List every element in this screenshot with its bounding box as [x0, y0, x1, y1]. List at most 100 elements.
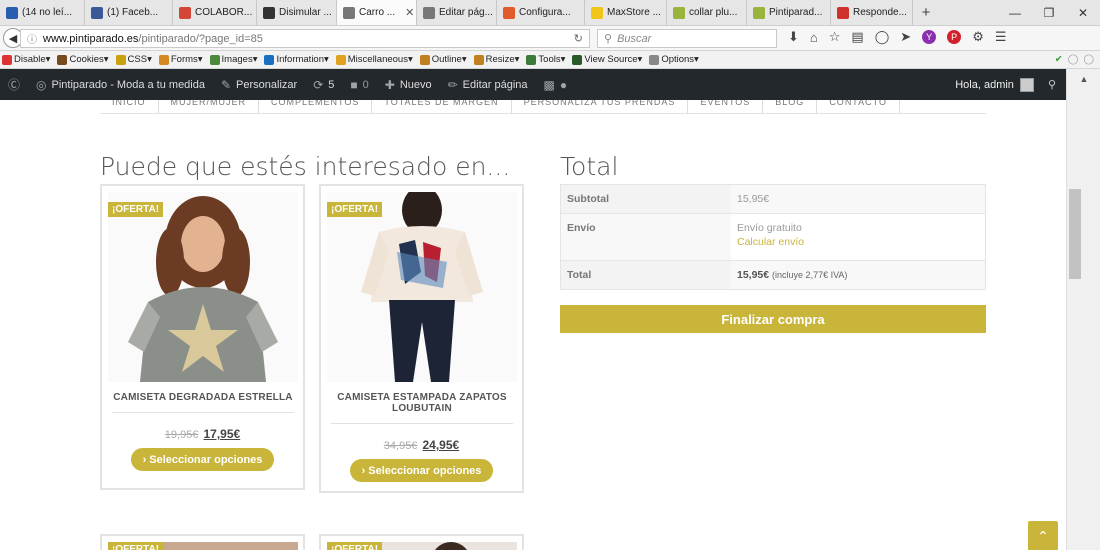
devbar-item-label: Outline▾ — [431, 54, 467, 65]
browser-tab[interactable]: (14 no leí... — [0, 0, 85, 25]
browser-tab[interactable]: MaxStore ... — [585, 0, 667, 25]
brush-icon: ✎ — [220, 77, 232, 92]
site-menu-item[interactable]: CONTACTO — [817, 100, 900, 113]
devbar-menu-item[interactable]: Images▾ — [209, 54, 257, 65]
home-icon[interactable]: ⌂ — [810, 30, 818, 45]
devbar-item-icon — [158, 54, 169, 65]
devbar-menu-item[interactable]: Forms▾ — [158, 54, 203, 65]
sale-price: 17,95€ — [203, 427, 241, 441]
tax-note: (incluye 2,77€ IVA) — [772, 270, 848, 280]
browser-tab[interactable]: Pintiparad... — [747, 0, 831, 25]
site-menu-item[interactable]: TOTALES DE MARGEN — [372, 100, 512, 113]
download-icon[interactable]: ⬇ — [788, 29, 799, 45]
devbar-item-icon — [57, 54, 68, 65]
url-bar[interactable]: ⓘ www.pintiparado.es /pintiparado/?page_… — [20, 29, 590, 48]
library-icon[interactable]: ▤ — [851, 29, 863, 45]
devbar-menu-item[interactable]: CSS▾ — [115, 54, 152, 65]
dot-icon: ● — [559, 77, 568, 92]
product-card-2[interactable]: ¡OFERTA! CAMISETA ESTAMPADA ZAPATOS LOUB… — [319, 184, 524, 493]
browser-tab[interactable]: Disimular ... — [257, 0, 337, 25]
site-menu-item[interactable]: BLOG — [763, 100, 818, 113]
url-path: /pintiparado/?page_id=85 — [138, 32, 263, 45]
browser-tab[interactable]: Configura... — [497, 0, 585, 25]
close-tab-icon[interactable]: ✕ — [405, 6, 414, 19]
new-content-link[interactable]: ✚ Nuevo — [377, 78, 440, 92]
wordpress-icon: Ⓒ — [8, 78, 21, 92]
customize-link[interactable]: ✎ Personalizar — [213, 78, 305, 92]
plugin-icon-link[interactable]: ▩ ● — [536, 78, 576, 92]
comments-link[interactable]: ■ 0 — [342, 78, 376, 92]
browser-tab[interactable]: COLABOR... — [173, 0, 257, 25]
calculate-shipping-link[interactable]: Calcular envío — [737, 236, 979, 248]
site-menu-item[interactable]: EVENTOS — [688, 100, 764, 113]
info-icon[interactable]: ⓘ — [27, 31, 37, 46]
browser-tab[interactable]: Responde... — [831, 0, 913, 25]
scroll-up-icon[interactable]: ▲ — [1067, 69, 1100, 89]
product-image-1[interactable] — [108, 192, 298, 382]
devbar-menu-item[interactable]: Cookies▾ — [57, 54, 109, 65]
close-window-icon[interactable]: ✕ — [1066, 0, 1100, 25]
devbar-menu-item[interactable]: Information▾ — [264, 54, 329, 65]
tab-label: Responde... — [853, 7, 907, 18]
select-options-button[interactable]: › Seleccionar opciones — [131, 448, 274, 471]
product-name[interactable]: CAMISETA DEGRADADA ESTRELLA — [110, 392, 296, 403]
product-image-2[interactable] — [327, 192, 517, 382]
browser-tab[interactable]: collar plu... — [667, 0, 747, 25]
plugin-icon: ▩ — [543, 77, 555, 92]
pocket-icon[interactable]: ◯ — [875, 29, 890, 45]
browser-tab[interactable]: Editar pág... — [417, 0, 497, 25]
product-card-4[interactable]: ¡OFERTA! — [319, 534, 524, 550]
tab-favicon-icon — [753, 6, 765, 19]
restore-icon[interactable]: ❐ — [1032, 0, 1066, 25]
search-input[interactable]: ⚲ Buscar — [597, 29, 777, 48]
select-options-button[interactable]: › Seleccionar opciones — [350, 459, 493, 482]
back-to-top-button[interactable]: ⌃ — [1028, 521, 1058, 550]
bookmark-star-icon[interactable]: ☆ — [829, 29, 841, 45]
pinterest-icon[interactable]: P — [947, 30, 962, 44]
product-card-1[interactable]: ¡OFERTA! CAMISETA DEGRADADA ESTRELLA 19,… — [100, 184, 305, 490]
menu-icon[interactable]: ☰ — [995, 29, 1007, 45]
browser-tab[interactable]: Carro ... ✕ — [337, 0, 417, 25]
site-menu-item[interactable]: INICIO — [100, 100, 159, 113]
reload-icon[interactable]: ↻ — [574, 32, 583, 45]
yahoo-icon[interactable]: Y — [922, 30, 937, 44]
send-icon[interactable]: ➤ — [900, 29, 911, 45]
site-menu-item[interactable]: COMPLEMENTOS — [259, 100, 373, 113]
wp-logo[interactable]: Ⓒ — [0, 76, 28, 93]
product-card-3[interactable]: ¡OFERTA! — [100, 534, 305, 550]
browser-tab[interactable]: (1) Faceb... — [85, 0, 173, 25]
scrollbar-thumb[interactable] — [1069, 189, 1081, 279]
tab-favicon-icon — [91, 6, 103, 19]
devbar-menu-item[interactable]: Disable▾ — [2, 54, 50, 65]
devbar-item-label: Cookies▾ — [69, 54, 109, 65]
product-name[interactable]: CAMISETA ESTAMPADA ZAPATOS LOUBUTAIN — [329, 392, 515, 414]
tab-label: Carro ... — [359, 7, 396, 18]
checkout-button[interactable]: Finalizar compra — [560, 305, 986, 333]
devbar-item-label: Forms▾ — [170, 54, 203, 65]
admin-greeting[interactable]: Hola, admin — [955, 79, 1014, 91]
devbar-item-icon — [473, 54, 484, 65]
devbar-menu-item[interactable]: Miscellaneous▾ — [335, 54, 413, 65]
avatar[interactable] — [1019, 77, 1034, 92]
site-menu-item[interactable]: MUJER/MUJER — [159, 100, 260, 113]
extension-icon[interactable]: ⚙ — [972, 29, 984, 45]
devbar-menu-item[interactable]: Tools▾ — [526, 54, 565, 65]
sale-badge: ¡OFERTA! — [327, 542, 383, 550]
devbar-menu-item[interactable]: Options▾ — [649, 54, 699, 65]
updates-link[interactable]: ⟳ 5 — [305, 78, 342, 92]
devbar-item-icon — [572, 54, 583, 65]
site-name: Pintiparado - Moda a tu medida — [51, 78, 205, 91]
new-tab-button[interactable]: + — [913, 0, 939, 25]
devbar-menu-item[interactable]: Resize▾ — [473, 54, 519, 65]
site-menu-item[interactable]: PERSONALIZA TUS PRENDAS — [512, 100, 689, 113]
plus-icon: ✚ — [384, 77, 395, 92]
devbar-menu-item[interactable]: View Source▾ — [572, 54, 642, 65]
search-icon[interactable]: ⚲ — [1048, 78, 1056, 91]
minimize-icon[interactable]: — — [998, 0, 1032, 25]
devbar-menu-item[interactable]: Outline▾ — [419, 54, 467, 65]
edit-page-link[interactable]: ✏ Editar página — [440, 78, 536, 92]
page-scrollbar[interactable]: ▲ — [1066, 69, 1100, 550]
wp-admin-bar: Ⓒ ◎ Pintiparado - Moda a tu medida ✎ Perso… — [0, 69, 1066, 100]
site-name-link[interactable]: ◎ Pintiparado - Moda a tu medida — [28, 78, 213, 92]
divider — [112, 412, 294, 413]
